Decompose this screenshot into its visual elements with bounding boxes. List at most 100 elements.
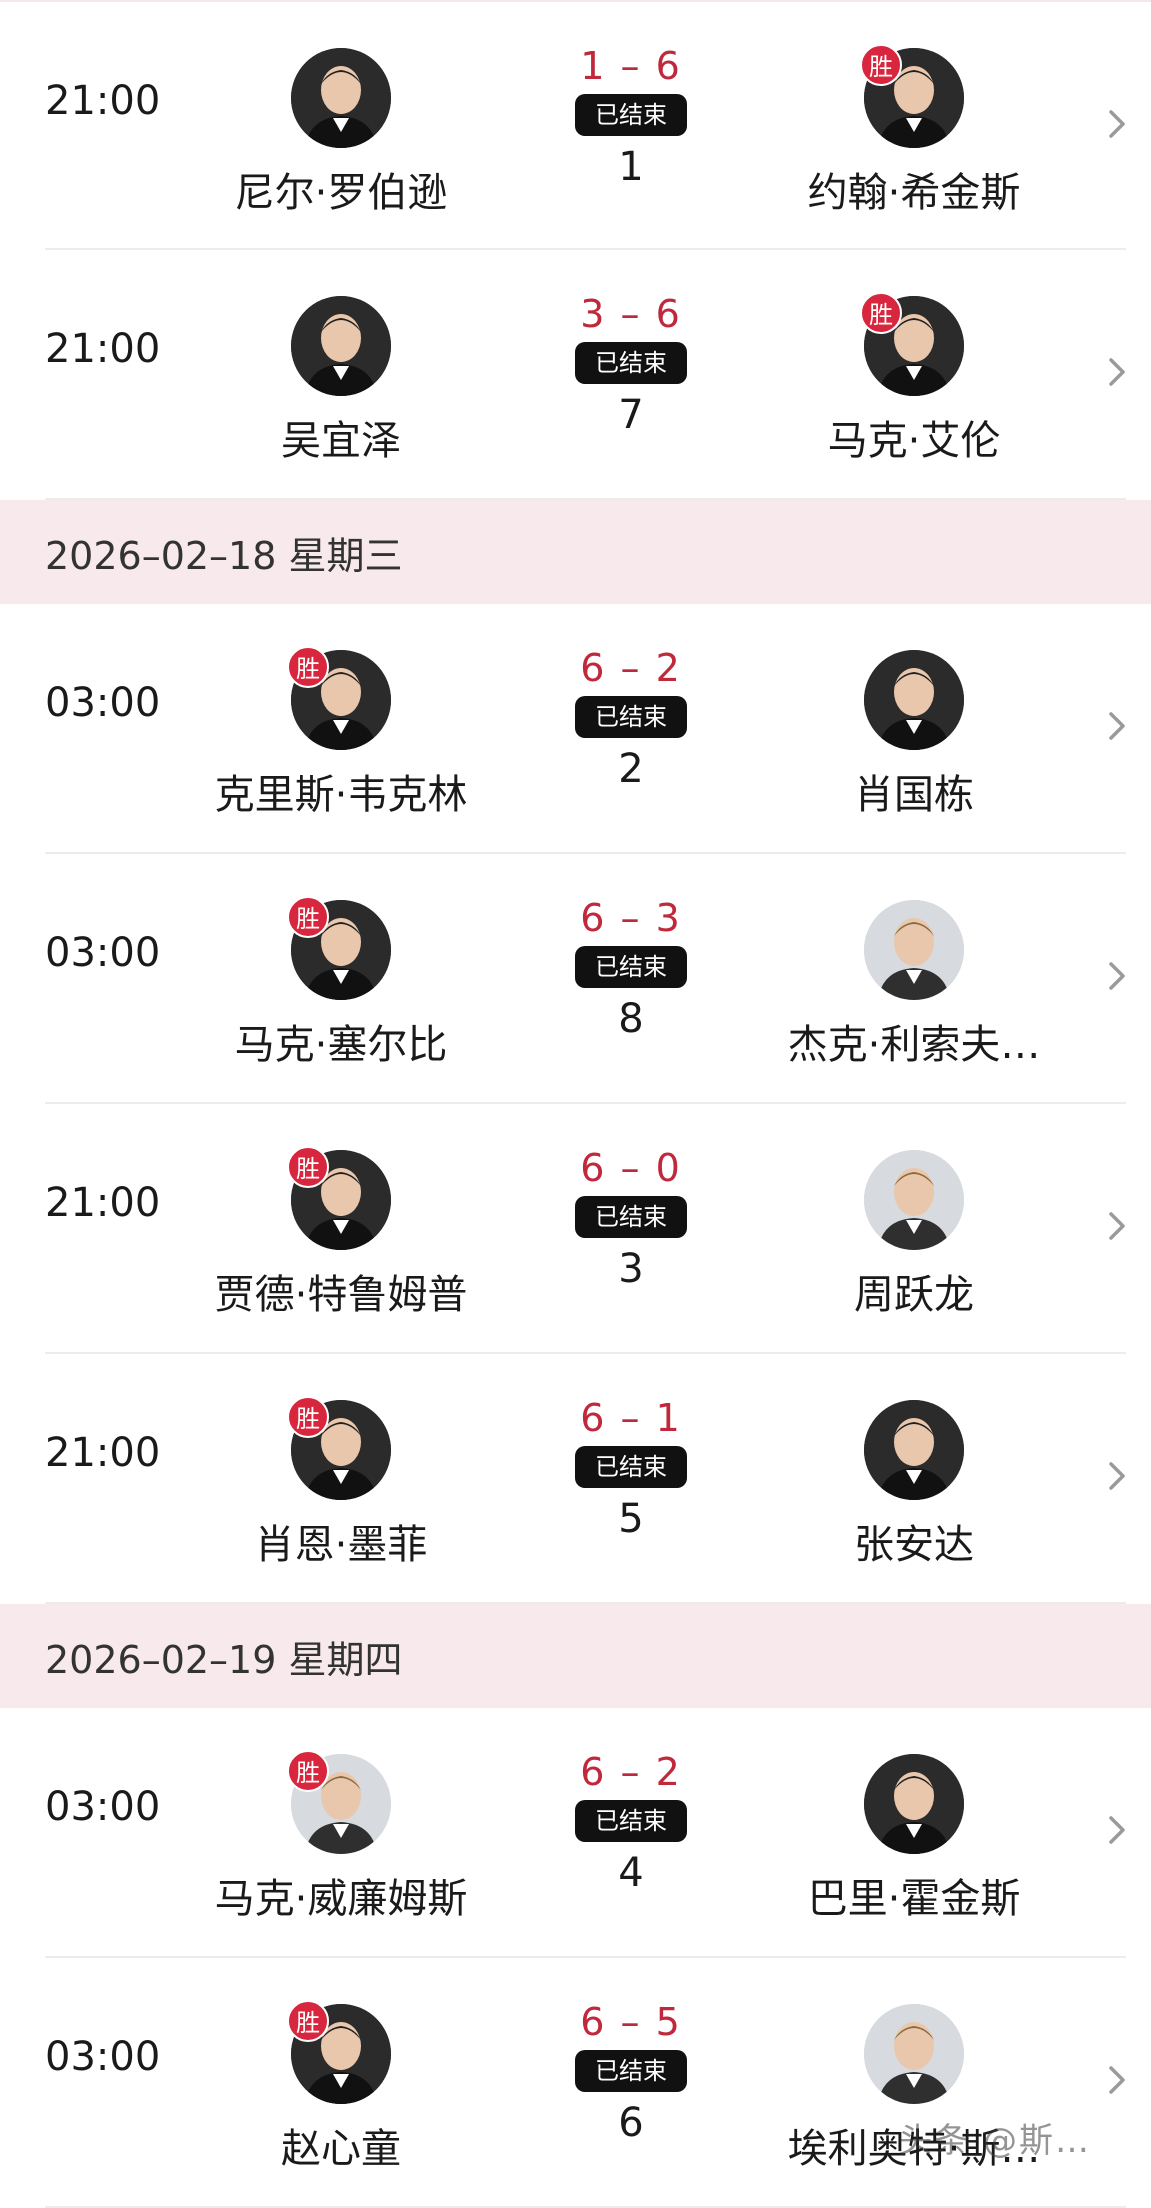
home-player[interactable]: 胜肖恩·墨菲 xyxy=(171,1400,511,1570)
away-player[interactable]: 肖国栋 xyxy=(744,650,1084,820)
status-badge: 已结束 xyxy=(575,2050,687,2092)
status-badge: 已结束 xyxy=(575,946,687,988)
away-player-name: 马克·艾伦 xyxy=(744,408,1084,466)
match-row[interactable]: 21:00 尼尔·罗伯逊 1 – 6已结束 1 胜约翰·希金斯 xyxy=(0,2,1151,250)
away-player-name: 肖国栋 xyxy=(744,762,1084,820)
home-player[interactable]: 胜马克·塞尔比 xyxy=(171,900,511,1070)
score-block: 6 – 3已结束 8 xyxy=(556,894,706,1042)
winner-badge: 胜 xyxy=(287,896,329,938)
away-player[interactable]: 周跃龙 xyxy=(744,1150,1084,1320)
away-player-name: 杰克·利索夫… xyxy=(744,1012,1084,1070)
match-time: 03:00 xyxy=(45,2034,160,2080)
match-number: 3 xyxy=(556,1246,706,1292)
match-score: 1 – 6 xyxy=(556,42,706,90)
chevron-right-icon[interactable] xyxy=(1105,1458,1129,1494)
away-player[interactable]: 杰克·利索夫… xyxy=(744,900,1084,1070)
avatar-wrap: 胜 xyxy=(291,1754,391,1854)
away-player-name: 约翰·希金斯 xyxy=(744,160,1084,218)
home-player-name: 贾德·特鲁姆普 xyxy=(171,1262,511,1320)
home-player[interactable]: 胜赵心童 xyxy=(171,2004,511,2174)
match-time: 21:00 xyxy=(45,1430,160,1476)
avatar-wrap xyxy=(864,650,964,750)
avatar-wrap: 胜 xyxy=(864,48,964,148)
status-badge: 已结束 xyxy=(575,342,687,384)
match-row[interactable]: 03:00 胜克里斯·韦克林 6 – 2已结束2 肖国栋 xyxy=(0,604,1151,854)
avatar xyxy=(864,1754,964,1854)
avatar-wrap xyxy=(291,296,391,396)
avatar-wrap xyxy=(291,48,391,148)
winner-badge: 胜 xyxy=(287,2000,329,2042)
chevron-right-icon[interactable] xyxy=(1105,354,1129,390)
score-block: 6 – 1已结束5 xyxy=(556,1394,706,1542)
avatar xyxy=(864,2004,964,2104)
home-player-name: 肖恩·墨菲 xyxy=(171,1512,511,1570)
home-player[interactable]: 胜马克·威廉姆斯 xyxy=(171,1754,511,1924)
match-score: 6 – 2 xyxy=(556,1748,706,1796)
status-badge: 已结束 xyxy=(575,1446,687,1488)
match-time: 21:00 xyxy=(45,1180,160,1226)
chevron-right-icon[interactable] xyxy=(1105,958,1129,994)
match-row[interactable]: 21:00 吴宜泽3 – 6已结束7 胜马克·艾伦 xyxy=(0,250,1151,500)
match-row[interactable]: 03:00 胜赵心童6 – 5已结束6 埃利奥特·斯… xyxy=(0,1958,1151,2208)
home-player[interactable]: 胜贾德·特鲁姆普 xyxy=(171,1150,511,1320)
chevron-right-icon[interactable] xyxy=(1105,708,1129,744)
match-time: 21:00 xyxy=(45,78,160,124)
match-number: 6 xyxy=(556,2100,706,2146)
status-badge: 已结束 xyxy=(575,1800,687,1842)
home-player[interactable]: 胜克里斯·韦克林 xyxy=(171,650,511,820)
match-list: 21:00 尼尔·罗伯逊1 – 6已结束1 胜约翰·希金斯21:00 吴宜泽3 … xyxy=(0,0,1151,2208)
avatar-wrap: 胜 xyxy=(291,900,391,1000)
match-row[interactable]: 03:00 胜马克·塞尔比6 – 3已结束8 杰克·利索夫… xyxy=(0,854,1151,1104)
home-player-name: 吴宜泽 xyxy=(171,408,511,466)
chevron-right-icon[interactable] xyxy=(1105,2062,1129,2098)
date-header: 2026–02–18 星期三 xyxy=(0,500,1151,604)
avatar-wrap xyxy=(864,1754,964,1854)
score-block: 3 – 6已结束7 xyxy=(556,290,706,438)
chevron-right-icon[interactable] xyxy=(1105,1812,1129,1848)
score-block: 6 – 5已结束 6 xyxy=(556,1998,706,2146)
away-player[interactable]: 巴里·霍金斯 xyxy=(744,1754,1084,1924)
avatar-wrap xyxy=(864,2004,964,2104)
home-player[interactable]: 尼尔·罗伯逊 xyxy=(171,48,511,218)
status-badge: 已结束 xyxy=(575,94,687,136)
score-block: 6 – 2已结束2 xyxy=(556,644,706,792)
away-player[interactable]: 胜约翰·希金斯 xyxy=(744,48,1084,218)
match-row[interactable]: 03:00 胜马克·威廉姆斯 6 – 2已结束4 巴里·霍金斯 xyxy=(0,1708,1151,1958)
chevron-right-icon[interactable] xyxy=(1105,106,1129,142)
match-time: 03:00 xyxy=(45,680,160,726)
chevron-right-icon[interactable] xyxy=(1105,1208,1129,1244)
avatar xyxy=(864,650,964,750)
home-player-name: 尼尔·罗伯逊 xyxy=(171,160,511,218)
winner-badge: 胜 xyxy=(287,1750,329,1792)
avatar xyxy=(864,900,964,1000)
winner-badge: 胜 xyxy=(287,646,329,688)
home-player[interactable]: 吴宜泽 xyxy=(171,296,511,466)
away-player[interactable]: 张安达 xyxy=(744,1400,1084,1570)
match-row[interactable]: 21:00 胜肖恩·墨菲 6 – 1已结束5 张安达 xyxy=(0,1354,1151,1604)
row-divider xyxy=(45,1602,1126,1604)
match-number: 1 xyxy=(556,144,706,190)
date-header: 2026–02–19 星期四 xyxy=(0,1604,1151,1708)
match-number: 7 xyxy=(556,392,706,438)
match-time: 03:00 xyxy=(45,1784,160,1830)
avatar-wrap: 胜 xyxy=(864,296,964,396)
home-player-name: 马克·塞尔比 xyxy=(171,1012,511,1070)
match-row[interactable]: 21:00 胜贾德·特鲁姆普 6 – 0已结束3 周跃龙 xyxy=(0,1104,1151,1354)
away-player-name: 周跃龙 xyxy=(744,1262,1084,1320)
avatar xyxy=(864,1150,964,1250)
avatar xyxy=(291,296,391,396)
match-time: 21:00 xyxy=(45,326,160,372)
score-block: 6 – 0已结束3 xyxy=(556,1144,706,1292)
match-score: 6 – 1 xyxy=(556,1394,706,1442)
avatar-wrap xyxy=(864,1150,964,1250)
winner-badge: 胜 xyxy=(860,292,902,334)
avatar-wrap: 胜 xyxy=(291,1400,391,1500)
away-player[interactable]: 胜马克·艾伦 xyxy=(744,296,1084,466)
home-player-name: 赵心童 xyxy=(171,2116,511,2174)
match-score: 6 – 3 xyxy=(556,894,706,942)
score-block: 1 – 6已结束 1 xyxy=(556,42,706,190)
match-score: 6 – 5 xyxy=(556,1998,706,2046)
score-block: 6 – 2已结束4 xyxy=(556,1748,706,1896)
winner-badge: 胜 xyxy=(860,44,902,86)
match-number: 8 xyxy=(556,996,706,1042)
